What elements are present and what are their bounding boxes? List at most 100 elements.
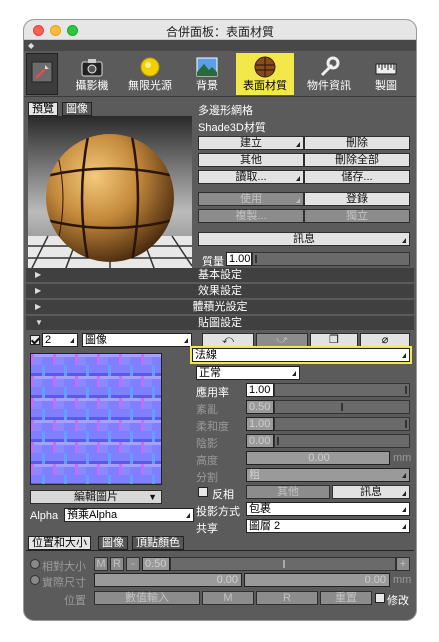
relative-size-label: 相對大小 <box>42 561 86 573</box>
section-volume[interactable]: ▶ 體積光設定 <box>26 300 414 314</box>
slider-knob[interactable] <box>255 255 257 263</box>
create-button[interactable]: 建立 <box>198 136 304 150</box>
copy-layer-button[interactable]: ❐ <box>310 333 358 347</box>
tab-preview[interactable]: 預覽 <box>28 102 58 116</box>
alpha-value: 預乘Alpha <box>67 509 118 521</box>
share-select[interactable]: 圖層 2 <box>246 519 410 533</box>
dropdown-arrow-icon <box>402 507 406 512</box>
independent-button[interactable]: 獨立 <box>304 209 410 223</box>
r-button[interactable]: R <box>110 557 124 571</box>
tool-surface[interactable]: 表面材質 <box>236 53 294 95</box>
texture-preview <box>30 353 162 485</box>
delete-all-button[interactable]: 刪除全部 <box>304 153 410 167</box>
alpha-select[interactable]: 預乘Alpha <box>64 508 194 522</box>
camera-icon <box>81 59 103 77</box>
wood-sphere-icon <box>254 56 276 78</box>
height-field[interactable]: 0.00 <box>246 451 390 465</box>
modify-checkbox[interactable] <box>375 593 385 603</box>
rough-field[interactable]: 0.50 <box>246 400 274 414</box>
actual-size-field-1[interactable]: 0.00 <box>94 573 242 587</box>
register-button[interactable]: 登錄 <box>304 192 410 206</box>
actual-size-radio[interactable] <box>30 575 40 585</box>
blend-select[interactable]: 正常 <box>196 366 300 380</box>
tool-drafting[interactable]: 製圖 <box>364 53 408 95</box>
slider-knob[interactable] <box>405 386 407 394</box>
redo-button[interactable]: ⤻ <box>256 333 308 347</box>
info-button[interactable]: 訊息 <box>198 232 410 246</box>
tab-image[interactable]: 圖像 <box>62 102 92 116</box>
modify-label: 修改 <box>387 595 409 607</box>
split-select[interactable]: 粗 <box>246 468 410 482</box>
edit-image-button[interactable]: 編輯圖片 ▼ <box>30 490 162 504</box>
m-button[interactable]: M <box>94 557 108 571</box>
apply-slider[interactable] <box>274 383 410 397</box>
undo-button[interactable]: ⤺ <box>202 333 254 347</box>
numeric-input-button[interactable]: 數值輸入 <box>94 591 200 605</box>
r2-button[interactable]: R <box>256 591 318 605</box>
redo-icon: ⤻ <box>276 334 288 346</box>
relative-size-field[interactable]: 0.50 <box>142 557 170 571</box>
height-label: 高度 <box>196 455 218 467</box>
use-button[interactable]: 使用 <box>198 192 304 206</box>
slider-knob[interactable] <box>405 420 407 428</box>
tool-object-info[interactable]: 物件資訊 <box>302 53 356 95</box>
invert-checkbox[interactable] <box>198 487 208 497</box>
layer-enabled-checkbox[interactable] <box>30 335 40 345</box>
layer-number-select[interactable]: 2 <box>42 333 78 347</box>
quality-field[interactable]: 1.00 <box>226 252 252 266</box>
other-button[interactable]: 其他 <box>198 153 304 167</box>
tool-label: 製圖 <box>375 80 397 92</box>
slider-knob[interactable] <box>277 437 279 445</box>
tool-label: 表面材質 <box>243 80 287 92</box>
tool-infinite-light[interactable]: 無限光源 <box>123 53 177 95</box>
remove-layer-button[interactable]: ⌀ <box>360 333 410 347</box>
soft-field[interactable]: 1.00 <box>246 417 274 431</box>
menu-arrow-icon <box>296 176 300 181</box>
window-title: 合併面板：表面材質 <box>165 25 274 39</box>
section-effect[interactable]: ▶ 效果設定 <box>26 284 414 298</box>
section-basic[interactable]: ▶ 基本設定 <box>26 268 414 282</box>
tool-camera[interactable]: 攝影機 <box>70 53 114 95</box>
sun-icon <box>140 57 160 77</box>
shadow-slider[interactable] <box>274 434 410 448</box>
divider <box>26 550 414 551</box>
slider-knob[interactable] <box>341 403 343 411</box>
shadow-field[interactable]: 0.00 <box>246 434 274 448</box>
tool-label: 攝影機 <box>75 80 109 92</box>
slider-knob[interactable] <box>283 560 285 568</box>
read-button[interactable]: 讀取... <box>198 170 304 184</box>
dropdown-arrow-icon <box>70 338 74 343</box>
texture-info-button[interactable]: 訊息 <box>332 485 410 499</box>
actual-size-field-2[interactable]: 0.00 <box>244 573 390 587</box>
rough-slider[interactable] <box>274 400 410 414</box>
dropdown-arrow-icon <box>402 473 406 478</box>
tool-background[interactable]: 背景 <box>188 53 226 95</box>
minus-button[interactable]: - <box>126 557 140 571</box>
soft-slider[interactable] <box>274 417 410 431</box>
section-texture[interactable]: ▼ 貼圖設定 <box>26 316 414 330</box>
create-label: 建立 <box>240 137 262 149</box>
reset-button[interactable]: 重置 <box>320 591 372 605</box>
relative-size-radio[interactable] <box>30 559 40 569</box>
material-preview <box>28 116 192 276</box>
tab-position-size[interactable]: 位置和大小 <box>28 536 91 550</box>
tab-bottom-image[interactable]: 圖像 <box>98 536 128 550</box>
save-button[interactable]: 儲存... <box>304 170 410 184</box>
soft-label: 柔和度 <box>196 421 229 433</box>
section-label: 基本設定 <box>198 269 242 281</box>
mapping-select[interactable]: 法線 <box>190 346 412 364</box>
apply-field[interactable]: 1.00 <box>246 383 274 397</box>
expand-arrow-icon: ▶ <box>35 286 42 295</box>
plus-button[interactable]: + <box>396 557 410 571</box>
layer-type-select[interactable]: 圖像 <box>82 333 192 347</box>
relative-size-slider[interactable] <box>170 557 396 571</box>
copy-button[interactable]: 複製... <box>198 209 304 223</box>
delete-button[interactable]: 刪除 <box>304 136 410 150</box>
quality-slider[interactable] <box>252 252 410 266</box>
tab-vertex-color[interactable]: 頂點顏色 <box>132 536 184 550</box>
collapse-strip[interactable]: ◆ <box>24 40 416 51</box>
tool-pointer[interactable] <box>26 53 58 95</box>
projection-select[interactable]: 包裹 <box>246 502 410 516</box>
other-options-button[interactable]: 其他 <box>246 485 330 499</box>
m2-button[interactable]: M <box>202 591 254 605</box>
